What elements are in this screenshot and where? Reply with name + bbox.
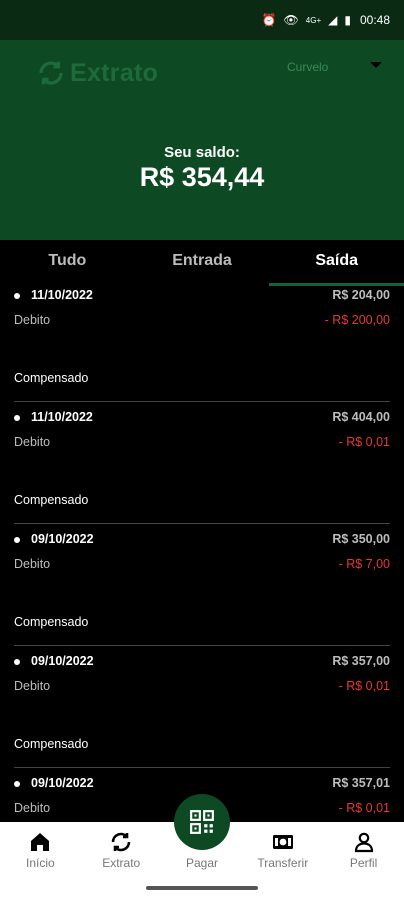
- clock: 00:48: [359, 13, 390, 27]
- transaction-amount: R$ 357,01: [332, 776, 390, 790]
- nav-transferir[interactable]: Transferir: [242, 822, 323, 878]
- transaction-debit: - R$ 7,00: [338, 557, 390, 571]
- bullet-icon: [14, 781, 20, 787]
- network-type: 4G+: [305, 15, 322, 25]
- transaction-date: 11/10/2022: [31, 410, 93, 424]
- nav-inicio[interactable]: Início: [0, 822, 81, 878]
- user-icon: [354, 832, 373, 853]
- alarm-icon: ⏰: [261, 13, 277, 27]
- nav-label: Perfil: [349, 856, 378, 870]
- status-bar: ⏰ 👁 4G+ ◢ ▮ 00:48: [0, 0, 404, 40]
- transaction-debit: - R$ 0,01: [338, 679, 390, 693]
- list-item[interactable]: 11/10/2022 R$ 204,00 Debito - R$ 200,00 …: [0, 288, 404, 410]
- sync-icon: [111, 832, 131, 852]
- transaction-debit: - R$ 0,01: [338, 435, 390, 449]
- transaction-date: 09/10/2022: [31, 654, 94, 668]
- filter-tabs: Tudo Entrada Saída: [0, 240, 404, 288]
- transaction-type: Debito: [14, 557, 51, 571]
- gesture-area: [0, 878, 404, 900]
- bullet-icon: [14, 415, 20, 421]
- app-title: Extrato: [36, 58, 158, 88]
- header: Extrato Curvelo Seu saldo: R$ 354,44: [0, 40, 404, 240]
- transaction-status: Compensado: [14, 615, 89, 629]
- pay-button[interactable]: [174, 794, 230, 850]
- tab-saida[interactable]: Saída: [269, 240, 404, 288]
- nav-label: Transferir: [257, 856, 309, 870]
- list-item[interactable]: 09/10/2022 R$ 357,00 Debito - R$ 0,01 Co…: [0, 645, 404, 776]
- list-item[interactable]: 11/10/2022 R$ 404,00 Debito - R$ 0,01 Co…: [0, 401, 404, 532]
- transaction-type: Debito: [14, 801, 51, 815]
- transaction-amount: R$ 204,00: [332, 288, 390, 302]
- transaction-status: Compensado: [14, 371, 89, 385]
- tab-entrada[interactable]: Entrada: [135, 240, 270, 288]
- battery-icon: ▮: [344, 13, 351, 27]
- sync-icon: [39, 61, 63, 85]
- transaction-amount: R$ 350,00: [332, 532, 390, 546]
- bullet-icon: [14, 293, 20, 299]
- balance-label: Seu saldo:: [164, 144, 240, 161]
- transaction-amount: R$ 357,00: [332, 654, 390, 668]
- transaction-type: Debito: [14, 435, 51, 449]
- nav-label: Pagar: [185, 856, 218, 870]
- page-title: Extrato: [70, 58, 159, 87]
- qr-code-icon: [190, 810, 214, 834]
- transaction-type: Debito: [14, 313, 51, 327]
- tab-tudo[interactable]: Tudo: [0, 240, 135, 288]
- bullet-icon: [14, 659, 20, 665]
- transaction-status: Compensado: [14, 493, 89, 507]
- nav-extrato[interactable]: Extrato: [81, 822, 162, 878]
- transaction-debit: - R$ 200,00: [324, 313, 390, 327]
- transaction-amount: R$ 404,00: [332, 410, 390, 424]
- transaction-status: Compensado: [14, 737, 89, 751]
- chevron-down-icon[interactable]: [370, 62, 382, 68]
- transaction-type: Debito: [14, 679, 51, 693]
- transaction-date: 11/10/2022: [31, 288, 93, 302]
- home-icon: [31, 833, 50, 851]
- transaction-debit: - R$ 0,01: [338, 801, 390, 815]
- bullet-icon: [14, 537, 20, 543]
- list-item[interactable]: 09/10/2022 R$ 350,00 Debito - R$ 7,00 Co…: [0, 523, 404, 654]
- home-gesture-bar[interactable]: [146, 886, 258, 890]
- nav-perfil[interactable]: Perfil: [323, 822, 404, 878]
- city-select[interactable]: Curvelo: [287, 60, 328, 74]
- transaction-date: 09/10/2022: [31, 532, 94, 546]
- nav-label: Extrato: [102, 856, 141, 870]
- balance-value: R$ 354,44: [139, 162, 265, 192]
- money-transfer-icon: [272, 835, 293, 849]
- transaction-date: 09/10/2022: [31, 776, 94, 790]
- signal-icon: ◢: [328, 13, 338, 27]
- nav-label: Início: [26, 856, 55, 870]
- eye-icon: 👁: [283, 13, 299, 27]
